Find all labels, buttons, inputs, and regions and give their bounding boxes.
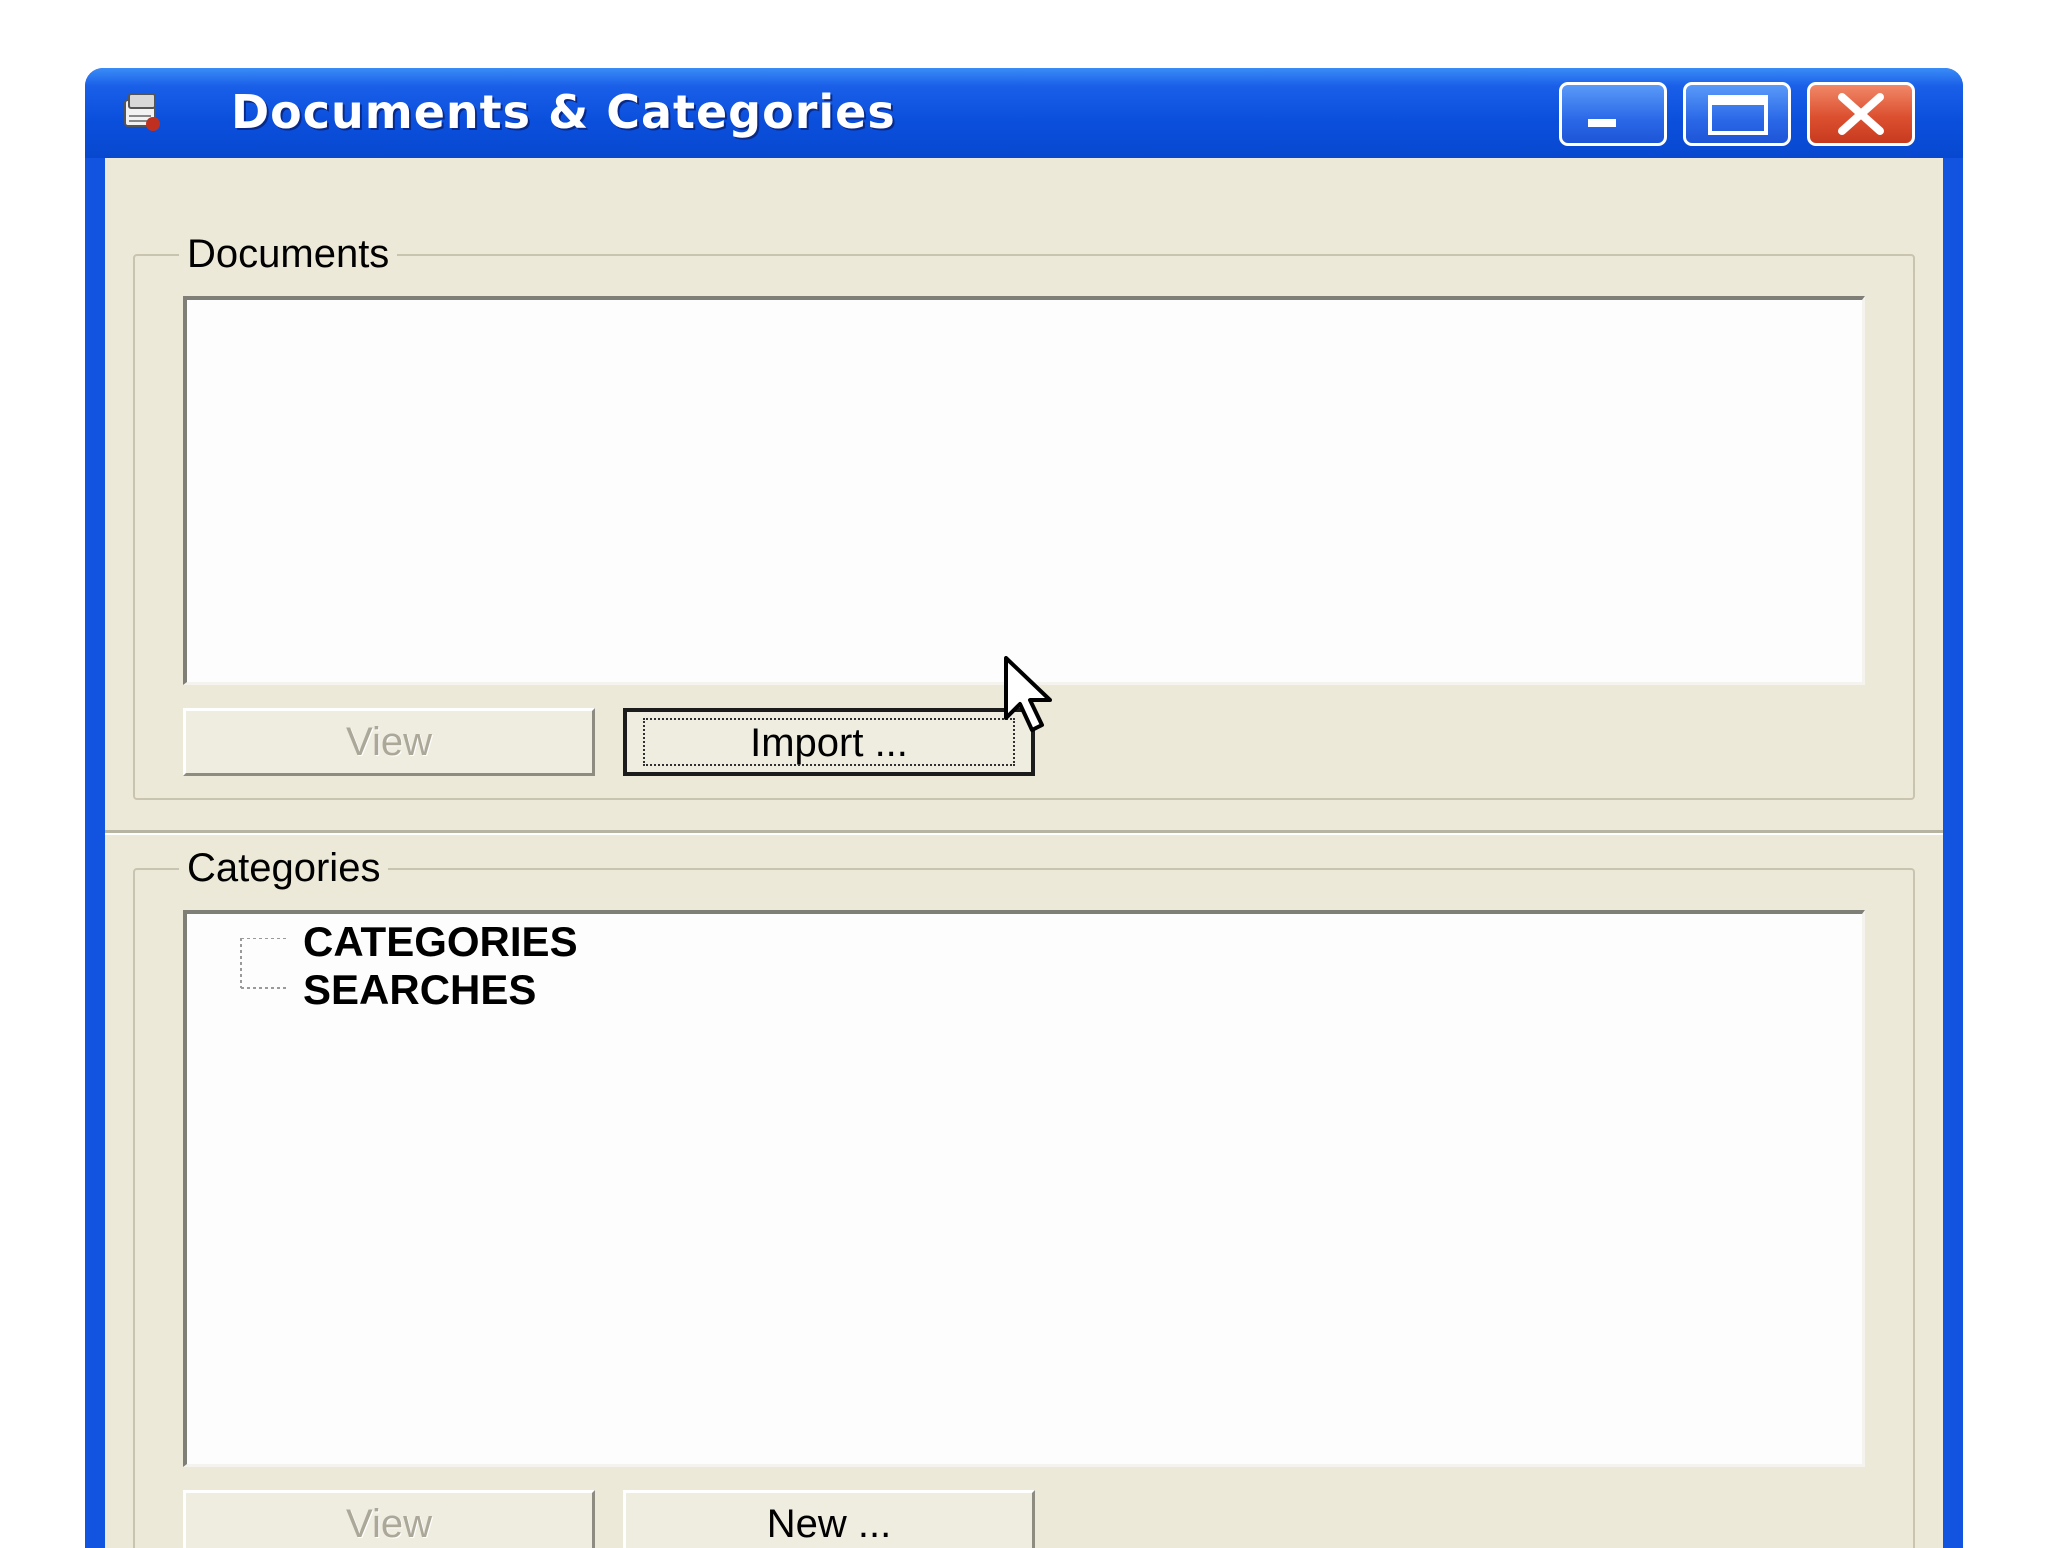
categories-tree[interactable]: CATEGORIES SEARCHES [183,910,1865,1467]
pane-splitter[interactable] [105,830,1943,835]
tree-connector-lines [240,938,287,989]
categories-view-button[interactable]: View [183,1490,595,1548]
tree-item-categories[interactable]: CATEGORIES [303,918,578,966]
documents-group-label: Documents [179,230,398,278]
maximize-icon [1708,95,1768,135]
mouse-cursor-icon [1004,656,1052,732]
app-icon [124,93,160,131]
documents-categories-window: Documents & Categories Documents View Im… [85,68,1963,1548]
documents-list[interactable] [183,296,1865,685]
tree-item-searches[interactable]: SEARCHES [303,966,536,1014]
close-icon [1838,93,1884,135]
minimize-button[interactable] [1559,82,1667,146]
close-button[interactable] [1807,82,1915,146]
maximize-button[interactable] [1683,82,1791,146]
window-title: Documents & Categories [231,85,896,139]
import-focus-rect [643,718,1015,766]
minimize-icon [1588,119,1616,127]
window-client-area: Documents View Import ... Categories CAT… [105,158,1943,1548]
categories-group: Categories CATEGORIES SEARCHES View New … [133,844,1915,1548]
documents-view-button[interactable]: View [183,708,595,776]
new-category-button[interactable]: New ... [623,1490,1035,1548]
title-bar[interactable]: Documents & Categories [85,68,1963,158]
categories-group-label: Categories [179,844,389,892]
import-button[interactable]: Import ... [623,708,1035,776]
